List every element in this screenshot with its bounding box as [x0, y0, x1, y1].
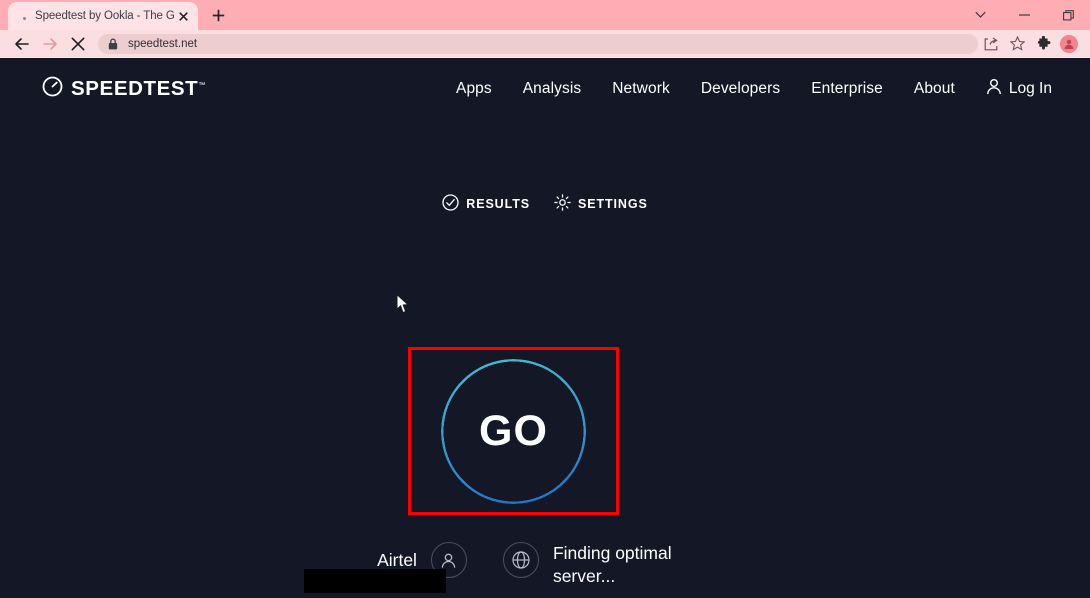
back-arrow-icon[interactable]	[8, 32, 36, 56]
nav-link-enterprise[interactable]: Enterprise	[811, 80, 883, 98]
site-header: SPEEDTEST™ Apps Analysis Network Develop…	[0, 58, 1090, 120]
login-label: Log In	[1008, 80, 1052, 97]
tab-results[interactable]: RESULTS	[442, 194, 530, 214]
tab-strip-padding	[0, 0, 8, 30]
stop-loading-icon[interactable]	[64, 32, 92, 56]
browser-tab[interactable]: Speedtest by Ookla - The Global	[8, 2, 198, 30]
redacted-ip-address	[304, 569, 446, 593]
speedtest-favicon-icon	[18, 10, 30, 22]
tab-results-label: RESULTS	[466, 197, 530, 211]
connection-info-row: Airtel Finding optimal server...	[0, 534, 1090, 589]
nav-link-analysis[interactable]: Analysis	[523, 80, 582, 98]
tab-settings-label: SETTINGS	[578, 197, 648, 211]
check-circle-icon	[442, 194, 459, 214]
go-button-highlight: GO	[408, 347, 619, 515]
gear-icon	[554, 194, 571, 214]
share-icon[interactable]	[978, 32, 1004, 56]
speedtest-page: SPEEDTEST™ Apps Analysis Network Develop…	[0, 58, 1090, 598]
tab-title: Speedtest by Ookla - The Global	[35, 10, 174, 22]
plus-icon[interactable]	[204, 1, 232, 29]
logo-trademark: ™	[198, 82, 206, 90]
globe-circle-icon	[502, 542, 539, 578]
minimize-icon[interactable]	[1002, 0, 1046, 30]
speedtest-logo[interactable]: SPEEDTEST™	[42, 76, 205, 102]
logo-wordmark-text: SPEEDTEST	[71, 77, 199, 100]
forward-arrow-icon	[36, 32, 64, 56]
mode-row: RESULTS SETTINGS	[0, 194, 1090, 214]
nav-link-apps[interactable]: Apps	[456, 80, 492, 98]
login-link[interactable]: Log In	[986, 78, 1052, 100]
window-controls	[958, 0, 1090, 30]
profile-avatar-icon[interactable]	[1060, 34, 1078, 53]
server-name: Finding optimal server...	[552, 543, 672, 587]
toolbar-actions	[978, 32, 1082, 56]
close-icon[interactable]	[174, 7, 192, 25]
go-button[interactable]: GO	[441, 358, 586, 504]
star-icon[interactable]	[1004, 32, 1030, 56]
omnibox-url-text: speedtest.net	[128, 37, 198, 50]
speedtest-gauge-icon	[42, 76, 63, 102]
server-block[interactable]: Finding optimal server...	[502, 534, 713, 589]
isp-name: Airtel	[377, 549, 417, 570]
lock-icon	[108, 38, 120, 50]
mouse-pointer	[396, 293, 410, 314]
logo-wordmark: SPEEDTEST™	[71, 77, 205, 101]
browser-chrome: Speedtest by Ookla - The Global	[0, 0, 1090, 58]
chevron-down-icon[interactable]	[958, 0, 1002, 30]
nav-link-network[interactable]: Network	[612, 80, 670, 98]
browser-toolbar: speedtest.net	[0, 30, 1090, 58]
restore-icon[interactable]	[1046, 0, 1090, 30]
site-nav: Apps Analysis Network Developers Enterpr…	[456, 78, 1070, 100]
nav-link-developers[interactable]: Developers	[701, 80, 780, 98]
person-icon	[986, 78, 1002, 100]
go-button-label: GO	[479, 406, 548, 455]
puzzle-piece-icon[interactable]	[1030, 32, 1056, 56]
nav-link-about[interactable]: About	[914, 80, 955, 98]
tab-strip: Speedtest by Ookla - The Global	[0, 0, 1090, 30]
omnibox[interactable]: speedtest.net	[98, 33, 978, 54]
tab-settings[interactable]: SETTINGS	[554, 194, 648, 214]
